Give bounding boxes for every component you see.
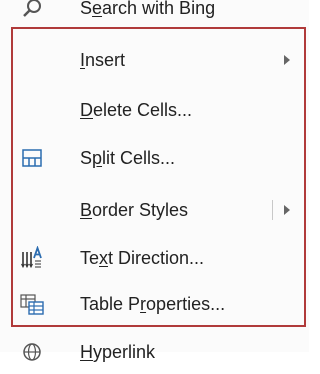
split-button-divider [272,200,273,220]
menu-item-label: Border Styles [80,199,189,220]
menu-item-label: Hyperlink [80,341,156,362]
context-menu: Search with Bing Insert Delete Cells... … [0,0,309,362]
globe-link-icon [20,340,44,364]
table-properties-icon [20,292,44,316]
text-direction-icon [20,246,44,270]
menu-item-label: Delete Cells... [80,99,193,120]
menu-item-label: Text Direction... [80,247,205,268]
menu-item-delete-cells[interactable]: Delete Cells... [0,88,309,132]
menu-item-text-direction[interactable]: Text Direction... [0,236,309,280]
menu-item-search-with-bing[interactable]: Search with Bing [0,0,309,30]
submenu-arrow-icon[interactable] [284,205,290,215]
menu-item-label: Search with Bing [80,0,216,18]
split-cells-icon [20,146,44,170]
menu-item-table-properties[interactable]: Table Properties... [0,282,309,326]
menu-item-insert[interactable]: Insert [0,38,309,82]
menu-item-split-cells[interactable]: Split Cells... [0,136,309,180]
menu-item-label: Table Properties... [80,293,226,314]
menu-item-border-styles[interactable]: Border Styles [0,188,309,232]
submenu-arrow-icon [284,55,290,65]
menu-item-label: Split Cells... [80,147,176,168]
search-icon [20,0,44,20]
menu-item-label: Insert [80,49,126,70]
menu-item-hyperlink[interactable]: Hyperlink [0,330,309,374]
